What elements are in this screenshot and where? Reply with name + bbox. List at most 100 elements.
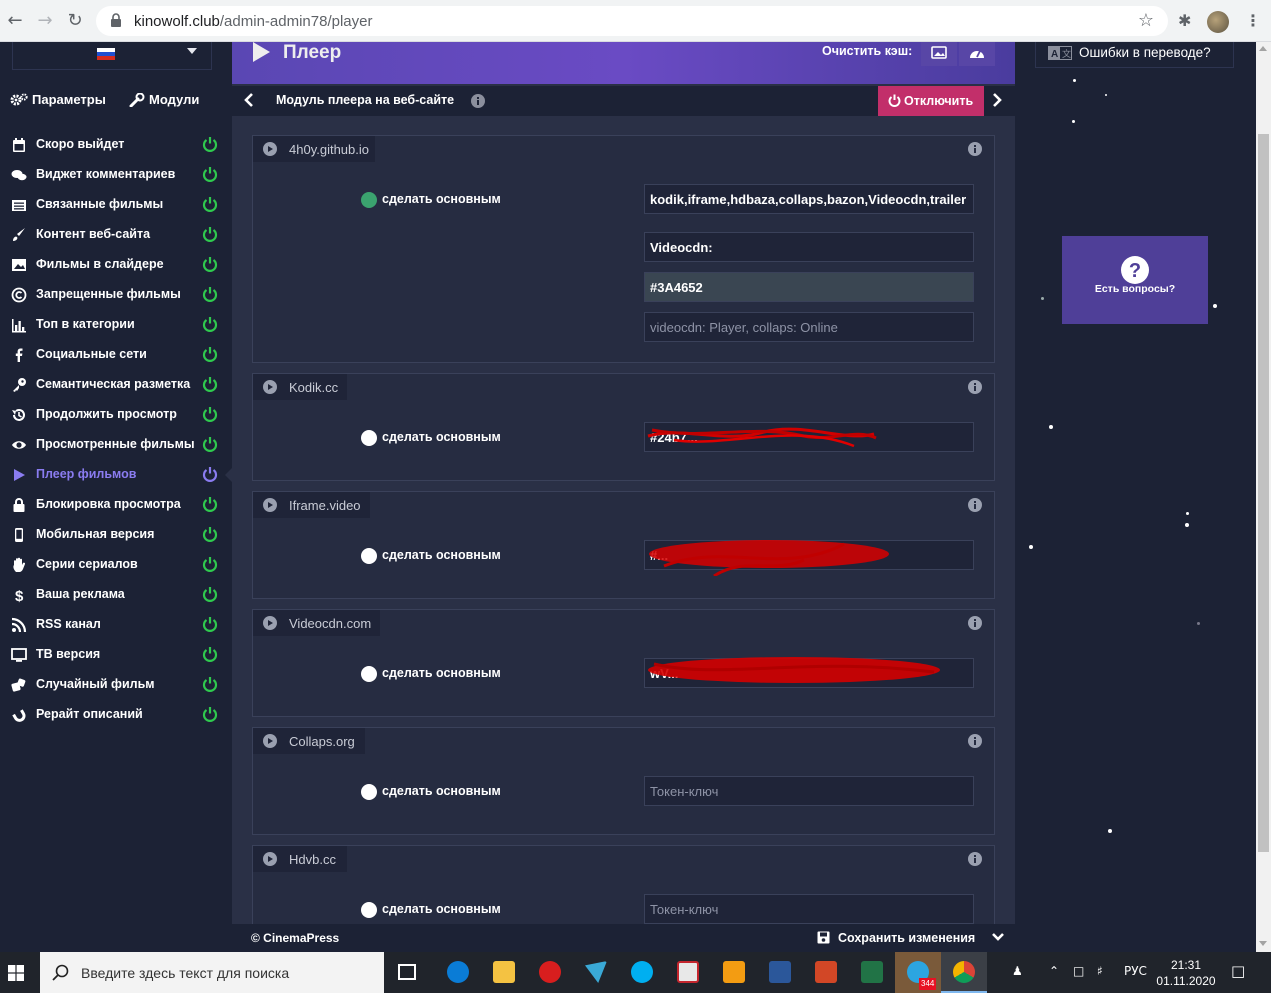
power-toggle-icon[interactable]	[202, 166, 218, 182]
sidebar-item[interactable]: Плеер фильмов	[0, 460, 232, 490]
language-select[interactable]	[12, 42, 212, 70]
extensions-icon[interactable]: ✱	[1178, 11, 1191, 30]
info-icon[interactable]	[968, 380, 982, 394]
sidebar-item[interactable]: ТВ версия	[0, 640, 232, 670]
sidebar-item[interactable]: Связанные фильмы	[0, 190, 232, 220]
panel-tab[interactable]: 4h0y.github.io	[253, 136, 375, 162]
scroll-down-icon[interactable]	[1259, 941, 1267, 946]
chevron-down-icon[interactable]	[991, 932, 1005, 942]
token-input[interactable]: Токен-ключ	[644, 776, 974, 806]
sidebar-item[interactable]: Случайный фильм	[0, 670, 232, 700]
power-toggle-icon[interactable]	[202, 586, 218, 602]
powerpoint-app[interactable]	[803, 952, 849, 993]
make-primary-radio[interactable]	[361, 784, 377, 800]
power-toggle-icon[interactable]	[202, 436, 218, 452]
people-icon[interactable]: ♟	[1012, 964, 1023, 978]
power-toggle-icon[interactable]	[202, 286, 218, 302]
help-card[interactable]: ? Есть вопросы?	[1062, 236, 1208, 324]
power-toggle-icon[interactable]	[202, 346, 218, 362]
info-icon[interactable]	[471, 94, 485, 108]
power-toggle-icon[interactable]	[202, 256, 218, 272]
panel-tab[interactable]: Videocdn.com	[253, 610, 380, 636]
power-toggle-icon[interactable]	[202, 496, 218, 512]
edge-app[interactable]	[435, 952, 481, 993]
back-icon[interactable]: ←	[4, 10, 26, 32]
excel-app[interactable]	[849, 952, 895, 993]
sidebar-item[interactable]: Просмотренные фильмы	[0, 430, 232, 460]
sidebar-item[interactable]: Виджет комментариев	[0, 160, 232, 190]
player-setting-input[interactable]: #3A4652	[644, 272, 974, 302]
tab-modules[interactable]: Модули	[129, 92, 199, 108]
chrome-app[interactable]	[941, 952, 987, 993]
make-primary-radio[interactable]	[361, 666, 377, 682]
tray-chevron-icon[interactable]: ⌃	[1049, 964, 1059, 978]
sidebar-item[interactable]: Социальные сети	[0, 340, 232, 370]
power-toggle-icon[interactable]	[202, 706, 218, 722]
reload-icon[interactable]: ↻	[64, 10, 86, 32]
sidebar-item[interactable]: Семантическая разметка	[0, 370, 232, 400]
clear-speed-cache-button[interactable]	[959, 42, 995, 66]
sidebar-item[interactable]: Серии сериалов	[0, 550, 232, 580]
app-chart[interactable]	[665, 952, 711, 993]
scrollbar-thumb[interactable]	[1258, 134, 1269, 852]
language-indicator[interactable]: РУС	[1124, 964, 1147, 978]
sidebar-item[interactable]: Фильмы в слайдере	[0, 250, 232, 280]
sidebar-item[interactable]: Рерайт описаний	[0, 700, 232, 730]
make-primary-radio[interactable]	[361, 430, 377, 446]
task-view-button[interactable]	[384, 952, 430, 993]
tab-parameters[interactable]: Параметры	[10, 92, 106, 107]
power-toggle-icon[interactable]	[202, 616, 218, 632]
menu-kebab-icon[interactable]: ⋮	[1245, 11, 1261, 30]
avatar[interactable]	[1207, 11, 1229, 33]
sidebar-item[interactable]: Блокировка просмотра	[0, 490, 232, 520]
power-toggle-icon[interactable]	[202, 226, 218, 242]
sidebar-item[interactable]: Контент веб-сайта	[0, 220, 232, 250]
notifications-icon[interactable]: □	[1231, 962, 1245, 980]
power-toggle-icon[interactable]	[202, 316, 218, 332]
power-toggle-icon[interactable]	[202, 376, 218, 392]
api-key-input[interactable]: #24b7...	[644, 422, 974, 452]
power-toggle-icon[interactable]	[202, 406, 218, 422]
make-primary-radio[interactable]	[361, 192, 377, 208]
power-toggle-icon[interactable]	[202, 136, 218, 152]
player-setting-input[interactable]: videocdn: Player, collaps: Online	[644, 312, 974, 342]
sidebar-item[interactable]: Топ в категории	[0, 310, 232, 340]
panel-tab[interactable]: Collaps.org	[253, 728, 365, 754]
app-bird[interactable]	[573, 952, 619, 993]
bookmark-star-icon[interactable]: ☆	[1138, 10, 1154, 31]
player-setting-input[interactable]: kodik,iframe,hdbaza,collaps,bazon,Videoc…	[644, 184, 974, 214]
info-icon[interactable]	[968, 616, 982, 630]
sidebar-item[interactable]: Скоро выйдет	[0, 130, 232, 160]
chevron-right-icon[interactable]	[992, 92, 1002, 108]
sidebar-item[interactable]: Продолжить просмотр	[0, 400, 232, 430]
app-tools[interactable]	[711, 952, 757, 993]
player-setting-input[interactable]: Videocdn:	[644, 232, 974, 262]
taskbar-search[interactable]: Введите здесь текст для поиска	[40, 952, 384, 993]
panel-tab[interactable]: Kodik.cc	[253, 374, 347, 400]
translation-errors-button[interactable]: A文 Ошибки в переводе?	[1035, 42, 1234, 68]
clear-image-cache-button[interactable]	[921, 42, 957, 66]
save-changes-button[interactable]: Сохранить изменения	[838, 931, 975, 945]
scroll-up-icon[interactable]	[1259, 46, 1267, 51]
sidebar-item[interactable]: RSS канал	[0, 610, 232, 640]
skype-app[interactable]	[619, 952, 665, 993]
address-bar[interactable]: kinowolf.club/admin-admin78/player ☆	[96, 6, 1168, 36]
chevron-left-icon[interactable]	[244, 92, 254, 108]
clock[interactable]: 21:31 01.11.2020	[1156, 957, 1216, 989]
panel-tab[interactable]: Iframe.video	[253, 492, 370, 518]
network-icon[interactable]: □	[1073, 964, 1084, 978]
make-primary-radio[interactable]	[361, 548, 377, 564]
forward-icon[interactable]: →	[34, 10, 56, 32]
power-toggle-icon[interactable]	[202, 646, 218, 662]
power-toggle-icon[interactable]	[202, 526, 218, 542]
app-red-gear[interactable]	[527, 952, 573, 993]
sidebar-item[interactable]: Запрещенные фильмы	[0, 280, 232, 310]
info-icon[interactable]	[968, 852, 982, 866]
sidebar-item[interactable]: $ Ваша реклама	[0, 580, 232, 610]
power-toggle-icon[interactable]	[202, 466, 218, 482]
panel-tab[interactable]: Hdvb.cc	[253, 846, 347, 872]
disable-module-button[interactable]: Отключить	[878, 86, 984, 116]
make-primary-radio[interactable]	[361, 902, 377, 918]
telegram-app[interactable]: 344	[895, 952, 941, 993]
info-icon[interactable]	[968, 734, 982, 748]
